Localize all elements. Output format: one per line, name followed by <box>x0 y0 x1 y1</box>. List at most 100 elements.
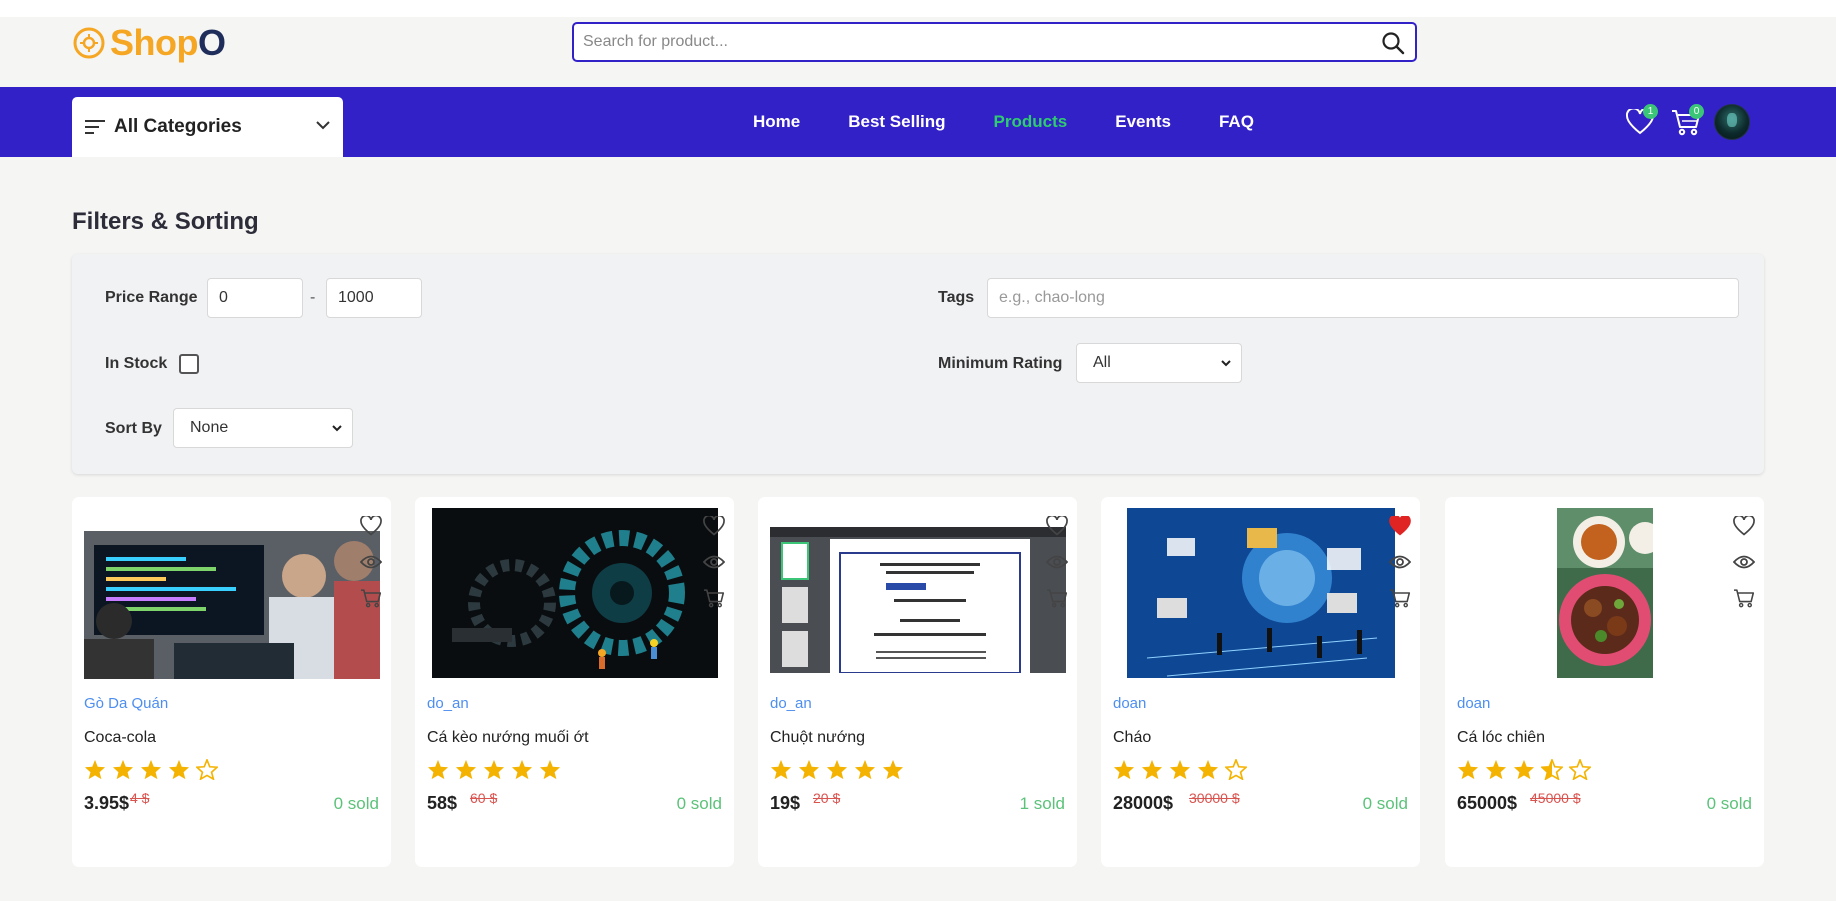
eye-icon <box>703 555 725 569</box>
price-range-label: Price Range <box>105 289 198 306</box>
star-full-icon <box>483 759 505 780</box>
product-name[interactable]: Cá lóc chiên <box>1457 729 1545 747</box>
filters-title: Filters & Sorting <box>72 208 259 235</box>
shop-name[interactable]: do_an <box>427 695 469 712</box>
sort-by-value: None <box>190 419 229 436</box>
nav-link-best-selling[interactable]: Best Selling <box>848 112 945 132</box>
add-to-cart-button[interactable] <box>359 587 383 609</box>
product-card[interactable]: do_an Cá kèo nướng muối ớt 58$ 60 $ 0 so… <box>415 497 734 867</box>
menu-icon <box>85 120 105 134</box>
wishlist-toggle[interactable] <box>702 515 726 537</box>
sold-count: 1 sold <box>1019 794 1065 813</box>
tags-input[interactable] <box>987 278 1739 318</box>
sold-count: 0 sold <box>1362 794 1408 813</box>
sort-by-select[interactable]: None <box>173 408 353 448</box>
nav-link-products[interactable]: Products <box>994 112 1068 132</box>
quick-view-button[interactable] <box>1732 551 1756 573</box>
product-actions <box>702 515 726 609</box>
categories-dropdown[interactable]: All Categories <box>72 97 343 157</box>
heart-icon <box>360 516 382 536</box>
product-actions <box>1732 515 1756 609</box>
quick-view-button[interactable] <box>1388 551 1412 573</box>
nav-links: Home Best Selling Products Events FAQ <box>753 87 1302 157</box>
price-min-input[interactable] <box>207 278 303 318</box>
product-name[interactable]: Chuột nướng <box>770 729 865 747</box>
categories-label: All Categories <box>114 116 242 137</box>
wishlist-toggle[interactable] <box>1045 515 1069 537</box>
star-full-icon <box>511 759 533 780</box>
product-image[interactable] <box>1101 508 1420 678</box>
shop-name[interactable]: Gò Da Quán <box>84 695 168 712</box>
star-full-icon <box>427 759 449 780</box>
product-image[interactable] <box>415 508 734 678</box>
cart-icon <box>1734 589 1755 608</box>
product-card[interactable]: do_an Chuột nướng 19$ 20 $ 1 sold <box>758 497 1077 867</box>
rating-stars <box>1113 759 1247 780</box>
user-avatar[interactable] <box>1714 104 1750 140</box>
star-empty-icon <box>1569 759 1591 780</box>
price-max-input[interactable] <box>326 278 422 318</box>
rating-stars <box>1457 759 1591 780</box>
eye-icon <box>1046 555 1068 569</box>
in-stock-checkbox[interactable] <box>179 354 199 374</box>
rating-stars <box>770 759 904 780</box>
original-price: 4 $ <box>130 790 150 806</box>
cart-count-badge: 0 <box>1689 104 1704 119</box>
star-full-icon <box>140 759 162 780</box>
sort-by-label: Sort By <box>105 420 162 437</box>
product-image[interactable] <box>758 508 1077 678</box>
original-price: 20 $ <box>813 790 841 806</box>
star-half-icon <box>1541 759 1563 780</box>
main-navbar: All Categories Home Best Selling Product… <box>0 87 1836 157</box>
cart-button[interactable]: 0 <box>1668 104 1704 140</box>
shop-name[interactable]: doan <box>1113 695 1146 712</box>
product-name[interactable]: Cháo <box>1113 729 1151 747</box>
add-to-cart-button[interactable] <box>702 587 726 609</box>
add-to-cart-button[interactable] <box>1045 587 1069 609</box>
star-full-icon <box>1513 759 1535 780</box>
min-rating-select[interactable]: All <box>1076 343 1242 383</box>
sold-count: 0 sold <box>1706 794 1752 813</box>
cart-icon <box>704 589 725 608</box>
in-stock-label: In Stock <box>105 355 168 372</box>
star-full-icon <box>882 759 904 780</box>
product-image[interactable] <box>1445 508 1764 678</box>
heart-filled-icon <box>1389 516 1411 536</box>
search-input[interactable] <box>574 24 1415 60</box>
rating-stars <box>84 759 218 780</box>
quick-view-button[interactable] <box>359 551 383 573</box>
wishlist-toggle[interactable] <box>359 515 383 537</box>
product-image[interactable] <box>72 508 391 679</box>
product-actions <box>1045 515 1069 609</box>
product-card[interactable]: doan Cá lóc chiên 65000$ 45000 $ 0 sold <box>1445 497 1764 867</box>
add-to-cart-button[interactable] <box>1388 587 1412 609</box>
star-full-icon <box>854 759 876 780</box>
search-bar <box>572 22 1417 62</box>
wishlist-button[interactable]: 1 <box>1622 104 1658 140</box>
logo-icon <box>73 27 105 59</box>
heart-icon <box>703 516 725 536</box>
product-name[interactable]: Cá kèo nướng muối ớt <box>427 729 589 747</box>
top-header: ShopO <box>0 0 1836 87</box>
nav-link-faq[interactable]: FAQ <box>1219 112 1254 132</box>
star-full-icon <box>826 759 848 780</box>
product-card[interactable]: Gò Da Quán Coca-cola 3.95$ 4 $ 0 sold <box>72 497 391 867</box>
quick-view-button[interactable] <box>702 551 726 573</box>
search-icon[interactable] <box>1381 31 1405 55</box>
product-actions <box>359 515 383 609</box>
star-full-icon <box>168 759 190 780</box>
product-price: 65000$ <box>1457 793 1518 813</box>
nav-link-home[interactable]: Home <box>753 112 800 132</box>
cart-icon <box>361 589 382 608</box>
logo[interactable]: ShopO <box>72 22 226 64</box>
nav-link-events[interactable]: Events <box>1115 112 1171 132</box>
shop-name[interactable]: doan <box>1457 695 1490 712</box>
wishlist-toggle[interactable] <box>1388 515 1412 537</box>
quick-view-button[interactable] <box>1045 551 1069 573</box>
shop-name[interactable]: do_an <box>770 695 812 712</box>
product-name[interactable]: Coca-cola <box>84 729 156 747</box>
star-full-icon <box>1485 759 1507 780</box>
product-card[interactable]: doan Cháo 28000$ 30000 $ 0 sold <box>1101 497 1420 867</box>
wishlist-toggle[interactable] <box>1732 515 1756 537</box>
add-to-cart-button[interactable] <box>1732 587 1756 609</box>
